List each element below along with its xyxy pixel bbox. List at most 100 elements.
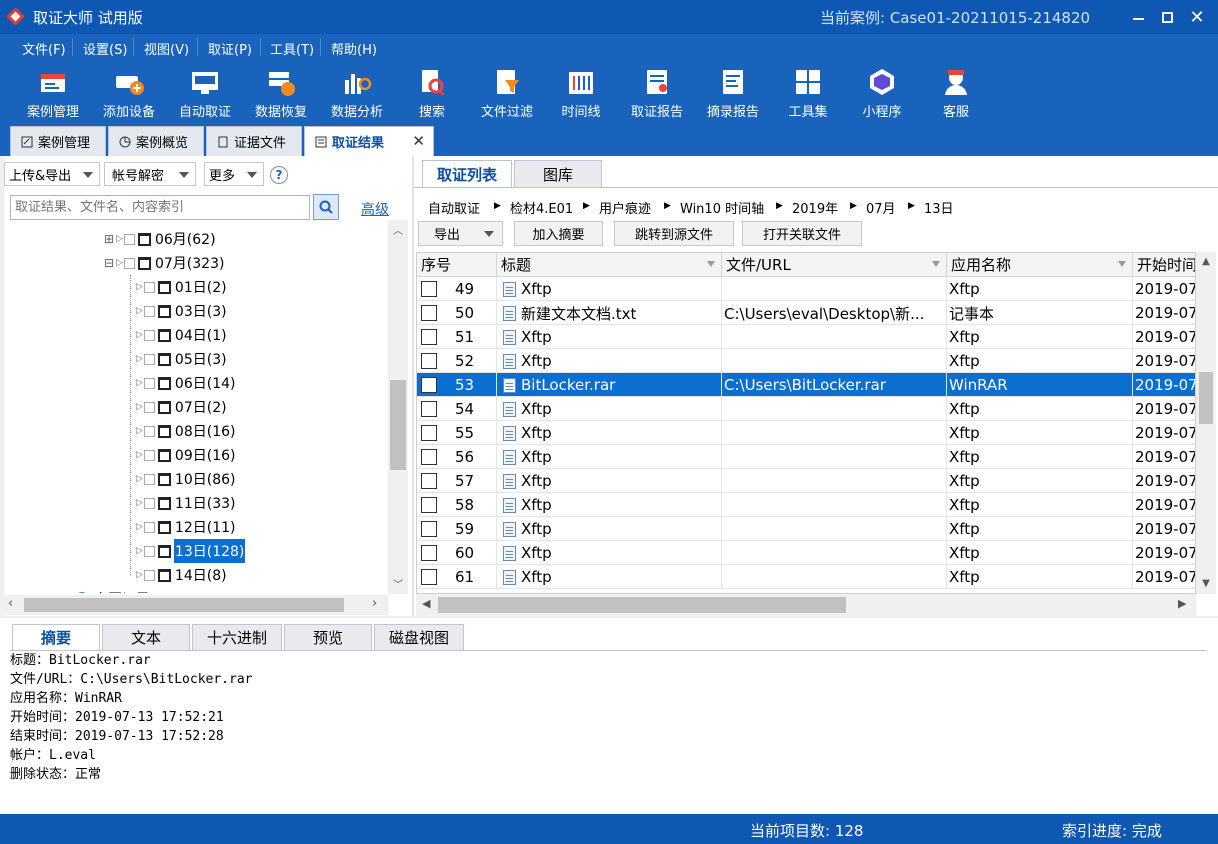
row-checkbox[interactable]	[421, 545, 437, 561]
search-button[interactable]	[313, 194, 339, 220]
table-row[interactable]: 55 Xftp Xftp 2019-07	[417, 421, 1195, 445]
menu-tools[interactable]: 工具(T)	[270, 39, 314, 58]
tab-gallery[interactable]: 图库	[514, 160, 602, 188]
table-row[interactable]: 57 Xftp Xftp 2019-07	[417, 469, 1195, 493]
expand-icon[interactable]: ⊞	[48, 592, 58, 593]
menu-view[interactable]: 视图(V)	[144, 39, 189, 58]
column-header[interactable]: 序号	[417, 253, 497, 277]
row-checkbox[interactable]	[421, 521, 437, 537]
table-row[interactable]: 58 Xftp Xftp 2019-07	[417, 493, 1195, 517]
scroll-left-icon[interactable]: ◀	[422, 597, 430, 610]
toolbar-add-device[interactable]: 添加设备	[95, 64, 163, 122]
tab-disk-view[interactable]: 磁盘视图	[374, 624, 464, 650]
row-checkbox[interactable]	[421, 329, 437, 345]
breadcrumb-item[interactable]: 用户痕迹	[599, 198, 651, 217]
table-row[interactable]: 49 Xftp Xftp 2019-07	[417, 277, 1195, 301]
scroll-thumb[interactable]	[390, 380, 406, 470]
tree-checkbox[interactable]	[143, 425, 155, 437]
tree-node[interactable]: ▷ 13日(128)	[136, 539, 246, 563]
open-related-button[interactable]: 打开关联文件	[742, 221, 862, 246]
row-checkbox[interactable]	[421, 497, 437, 513]
tab-case-overview[interactable]: 案例概览	[108, 126, 204, 156]
toolbar-excerpt-report[interactable]: 摘录报告	[699, 64, 767, 122]
row-checkbox[interactable]	[421, 473, 437, 489]
tree-checkbox[interactable]	[143, 569, 155, 581]
breadcrumb-item[interactable]: 检材4.E01	[510, 198, 573, 217]
tree-checkbox[interactable]	[143, 377, 155, 389]
scroll-right-icon[interactable]: ▶	[1178, 597, 1186, 610]
tree-horizontal-scrollbar[interactable]: ‹ ›	[4, 595, 388, 615]
breadcrumb-item[interactable]: Win10 时间轴	[680, 198, 764, 217]
tree-node[interactable]: ▷ 01日(2)	[136, 275, 228, 299]
toolbar-toolset[interactable]: 工具集	[774, 64, 842, 122]
row-checkbox[interactable]	[421, 425, 437, 441]
tree-node[interactable]: ▷ 08日(16)	[136, 419, 236, 443]
breadcrumb-item[interactable]: 自动取证	[428, 198, 480, 217]
tab-evidence-files[interactable]: 证据文件	[206, 126, 302, 156]
table-row[interactable]: 52 Xftp Xftp 2019-07	[417, 349, 1195, 373]
grid-horizontal-scrollbar[interactable]: ◀ ▶	[416, 594, 1196, 616]
toolbar-data-analysis[interactable]: 数据分析	[323, 64, 391, 122]
row-checkbox[interactable]	[421, 569, 437, 585]
toolbar-data-recovery[interactable]: 数据恢复	[247, 64, 315, 122]
scroll-up-icon[interactable]: ▲	[1200, 256, 1212, 267]
tree-node[interactable]: ▷ 10日(86)	[136, 467, 236, 491]
collapse-icon[interactable]: ⊟	[104, 256, 114, 270]
tree-checkbox[interactable]	[143, 545, 155, 557]
menu-help[interactable]: 帮助(H)	[331, 39, 377, 58]
toolbar-timeline[interactable]: 时间线	[547, 64, 615, 122]
tree-node[interactable]: ▷ 14日(8)	[136, 563, 228, 587]
minimize-button[interactable]	[1124, 4, 1152, 30]
tree-checkbox[interactable]	[143, 305, 155, 317]
tree-vertical-scrollbar[interactable]: ︿ ﹀	[388, 220, 408, 594]
tree-checkbox[interactable]	[143, 449, 155, 461]
export-dropdown[interactable]: 导出	[418, 221, 503, 246]
tree-checkbox[interactable]	[143, 329, 155, 341]
filter-icon[interactable]	[932, 261, 940, 267]
row-checkbox[interactable]	[421, 281, 437, 297]
tree-checkbox[interactable]	[123, 233, 135, 245]
column-header[interactable]: 文件/URL	[722, 253, 947, 277]
account-decrypt-dropdown[interactable]: 帐号解密	[104, 162, 196, 186]
menu-settings[interactable]: 设置(S)	[83, 39, 127, 58]
table-row[interactable]: 54 Xftp Xftp 2019-07	[417, 397, 1195, 421]
tab-preview[interactable]: 预览	[284, 624, 372, 650]
toolbar-file-filter[interactable]: 文件过滤	[473, 64, 541, 122]
breadcrumb-item[interactable]: 07月	[866, 198, 896, 217]
tab-hex[interactable]: 十六进制	[192, 624, 282, 650]
row-checkbox[interactable]	[421, 305, 437, 321]
toolbar-case-manage[interactable]: 案例管理	[19, 64, 87, 122]
scroll-right-icon[interactable]: ›	[372, 596, 377, 611]
close-button[interactable]: ✕	[1183, 4, 1211, 30]
goto-source-button[interactable]: 跳转到源文件	[614, 221, 734, 246]
tree-node[interactable]: ▷ 07日(2)	[136, 395, 228, 419]
table-row[interactable]: 61 Xftp Xftp 2019-07	[417, 565, 1195, 589]
tree-node[interactable]: ▷ 06日(14)	[136, 371, 236, 395]
breadcrumb-item[interactable]: 13日	[924, 198, 954, 217]
table-row[interactable]: 53 BitLocker.rar C:\Users\BitLocker.rar Win…	[417, 373, 1195, 397]
row-checkbox[interactable]	[421, 377, 437, 393]
tree-node[interactable]: ▷ 05日(3)	[136, 347, 228, 371]
column-header[interactable]: 标题	[497, 253, 722, 277]
more-dropdown[interactable]: 更多	[204, 162, 264, 186]
scroll-down-icon[interactable]: ▼	[1200, 578, 1212, 589]
tab-close-icon[interactable]: ✕	[412, 132, 425, 150]
grid-vertical-scrollbar[interactable]: ▲ ▼	[1196, 252, 1216, 594]
tree-checkbox[interactable]	[143, 473, 155, 485]
toolbar-customer-service[interactable]: 客服	[922, 64, 990, 122]
tree-checkbox[interactable]	[143, 521, 155, 533]
tree-node[interactable]: ⊞ 上网记录(7015)	[48, 587, 198, 593]
row-checkbox[interactable]	[421, 449, 437, 465]
toolbar-forensic-report[interactable]: 取证报告	[623, 64, 691, 122]
tree-checkbox[interactable]	[143, 353, 155, 365]
filter-icon[interactable]	[1118, 261, 1126, 267]
scroll-thumb[interactable]	[1199, 372, 1213, 424]
tree-checkbox[interactable]	[143, 281, 155, 293]
tree-checkbox[interactable]	[143, 497, 155, 509]
search-input[interactable]	[10, 195, 310, 220]
tab-forensic-results[interactable]: 取证结果 ✕	[304, 126, 434, 156]
expand-icon[interactable]: ⊞	[104, 232, 114, 246]
tab-text[interactable]: 文本	[102, 624, 190, 650]
table-row[interactable]: 56 Xftp Xftp 2019-07	[417, 445, 1195, 469]
table-row[interactable]: 60 Xftp Xftp 2019-07	[417, 541, 1195, 565]
